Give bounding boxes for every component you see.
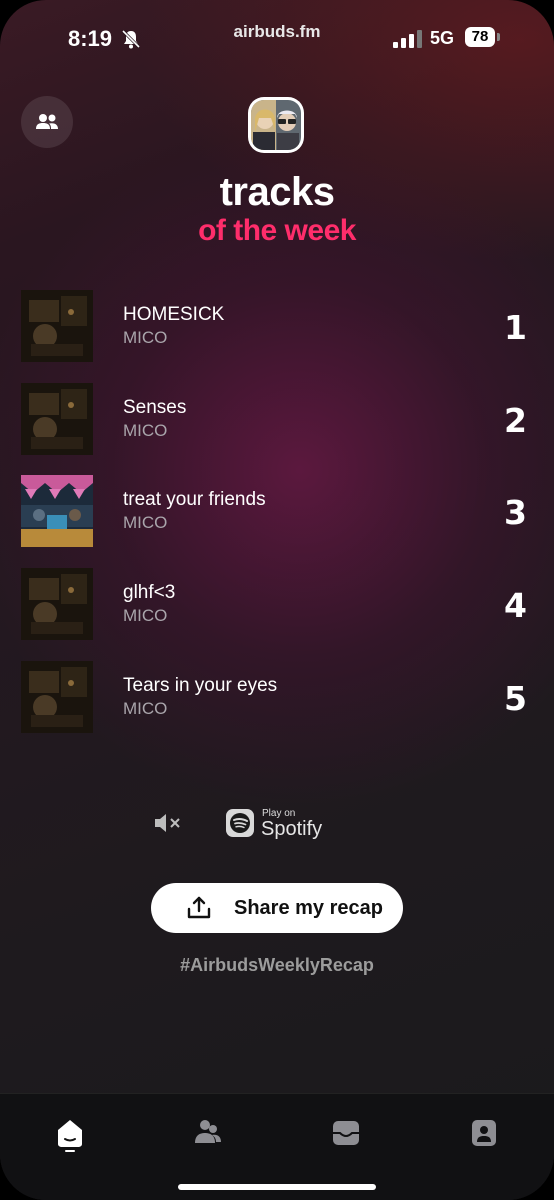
battery-level: 78 xyxy=(465,27,495,47)
home-indicator xyxy=(178,1184,376,1190)
profile-icon xyxy=(472,1120,496,1146)
track-row[interactable]: Tears in your eyes MICO 5 xyxy=(21,661,533,733)
tab-friends[interactable] xyxy=(188,1112,228,1152)
tab-profile[interactable] xyxy=(464,1112,504,1152)
track-rank: 3 xyxy=(504,493,527,532)
track-title: Senses xyxy=(123,397,187,418)
track-title: HOMESICK xyxy=(123,304,225,325)
track-artist: MICO xyxy=(123,699,168,718)
track-rank: 4 xyxy=(504,586,527,625)
people-icon xyxy=(36,114,58,129)
track-title: treat your friends xyxy=(123,489,266,510)
tab-home[interactable] xyxy=(50,1112,90,1152)
album-art xyxy=(21,475,93,547)
share-upload-icon xyxy=(187,896,211,919)
tab-inbox[interactable] xyxy=(326,1112,366,1152)
title-of-the-week: of the week xyxy=(198,214,356,247)
track-row[interactable]: treat your friends MICO 3 xyxy=(21,475,533,547)
album-art xyxy=(21,290,93,362)
play-on-spotify-button[interactable]: Play on Spotify xyxy=(226,806,336,842)
track-rank: 5 xyxy=(504,679,527,718)
track-artist: MICO xyxy=(123,421,168,440)
friends-button[interactable] xyxy=(21,96,73,148)
album-art xyxy=(21,661,93,733)
title-tracks: tracks xyxy=(219,170,335,214)
track-title: glhf<3 xyxy=(123,582,176,603)
friends-icon xyxy=(195,1120,221,1143)
share-button-label: Share my recap xyxy=(234,897,383,919)
network-type: 5G xyxy=(430,28,455,48)
track-rank: 2 xyxy=(504,401,527,440)
track-artist: MICO xyxy=(123,328,168,347)
share-recap-button[interactable]: Share my recap xyxy=(151,883,403,933)
track-rank: 1 xyxy=(504,308,527,347)
inbox-icon xyxy=(333,1121,359,1145)
track-title: Tears in your eyes xyxy=(123,675,278,696)
avatar-photo xyxy=(251,100,301,150)
album-art xyxy=(21,568,93,640)
recap-screen: 8:19 airbuds.fm 5G 78 tracks of the week… xyxy=(0,0,554,1200)
status-bar: 8:19 airbuds.fm 5G 78 xyxy=(0,22,554,56)
track-artist: MICO xyxy=(123,513,168,532)
speaker-muted-icon[interactable] xyxy=(153,812,183,834)
home-icon xyxy=(58,1120,82,1152)
album-art xyxy=(21,383,93,455)
spotify-logo-icon xyxy=(226,809,254,837)
signal-bars-icon xyxy=(393,30,422,48)
track-artist: MICO xyxy=(123,606,168,625)
track-row[interactable]: glhf<3 MICO 4 xyxy=(21,568,533,640)
battery-tip xyxy=(497,33,500,41)
user-avatar[interactable] xyxy=(248,97,304,153)
hashtag-text: #AirbudsWeeklyRecap xyxy=(180,955,374,975)
track-row[interactable]: Senses MICO 2 xyxy=(21,383,533,455)
spotify-label: Spotify xyxy=(261,818,323,840)
track-row[interactable]: HOMESICK MICO 1 xyxy=(21,290,533,362)
